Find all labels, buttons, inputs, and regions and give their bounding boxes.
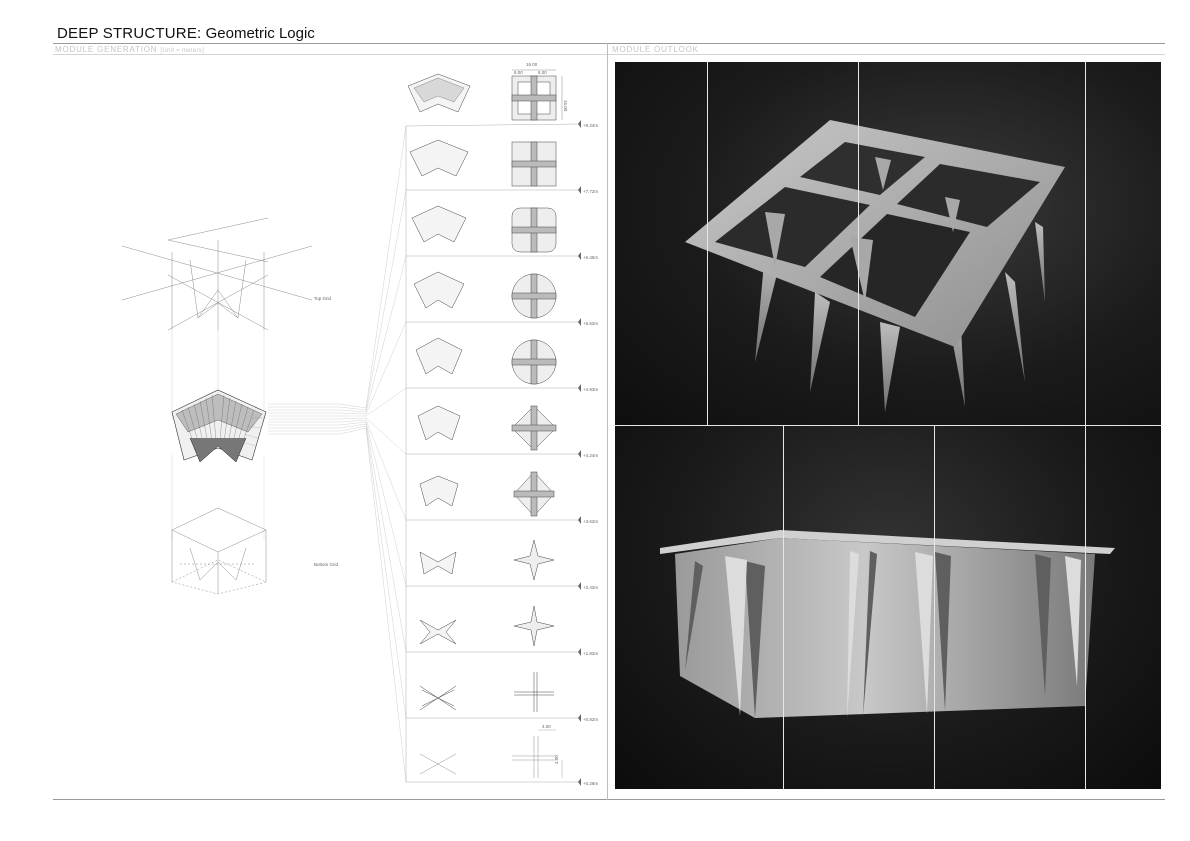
overlay-line [707,62,708,425]
module-outlook-label: MODULE OUTLOOK [612,45,699,54]
level-label: +6.45m [583,255,598,260]
model-side-view [660,530,1115,718]
module-photo-top [615,62,1161,425]
section-row-5 [417,405,557,451]
level-label: +2.42m [583,585,598,590]
top-grid-drawing [121,217,313,331]
overlay-line-horizontal [615,425,1161,426]
fan-lines [268,125,407,783]
overlay-line [783,426,784,789]
section-row-0 [407,69,563,121]
section-row-4 [415,337,557,385]
level-label: +3.62m [583,519,598,524]
level-label: +8.24m [583,123,598,128]
level-label: +0.82m [583,717,598,722]
level-labels: +8.24m +7.72m +6.45m +5.52m +4.93m +4.24… [583,123,598,786]
section-row-3 [413,271,557,319]
level-label: +4.24m [583,453,598,458]
overlay-line [1085,62,1086,425]
section-row-8 [419,605,555,647]
level-label: +4.93m [583,387,598,392]
overlay-line [1085,426,1086,789]
section-row-2 [411,205,557,253]
dim-bottom-height: 4.00 [554,755,559,764]
level-label: +7.72m [583,189,598,194]
overlay-line [858,62,859,425]
dim-right: 8.00 [538,70,547,75]
bottom-grid-drawing [171,507,267,595]
model-top-view [685,120,1065,412]
level-label: +0.28m [583,781,598,786]
dim-left: 8.00 [514,70,523,75]
section-row-7 [419,539,555,581]
section-row-9 [419,672,554,712]
dim-side: 16.00 [563,100,568,112]
central-module-drawing [171,389,267,463]
module-photo-side [615,426,1161,789]
level-label: +1.82m [583,651,598,656]
module-generation-diagram: Top Grid Bottom Grid 16.00 8.00 8.00 16.… [121,62,598,786]
dim-overall: 16.00 [526,62,538,67]
level-label: +5.52m [583,321,598,326]
section-row-1 [409,139,557,187]
section-divider [607,43,608,800]
dim-bottom-width: 4.00 [542,724,551,729]
section-row-10 [419,729,563,778]
bottom-grid-label: Bottom Grid [314,562,339,567]
top-grid-label: Top Grid [314,296,332,301]
overlay-line [934,426,935,789]
section-row-6 [419,471,555,517]
level-markers [578,120,581,786]
